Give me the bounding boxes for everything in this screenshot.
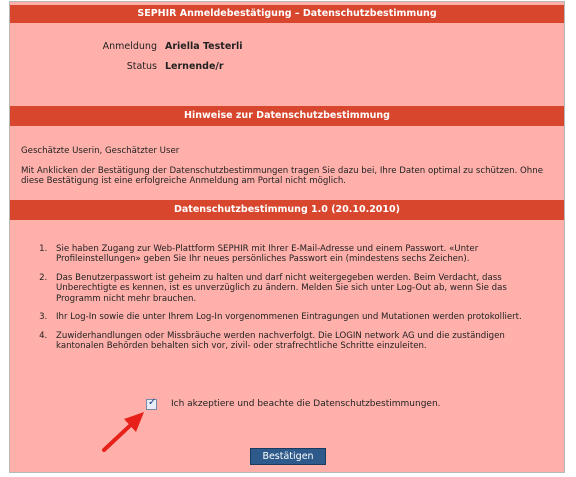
status-label: Status [126,61,157,72]
notes-section-header: Hinweise zur Datenschutzbestimmung [10,106,564,126]
status-row: Status Lernende/r [10,61,564,81]
anmeldung-label: Anmeldung [102,41,157,52]
confirm-button[interactable]: Bestätigen [250,448,326,465]
policy-item: Zuwiderhandlungen oder Missbräuche werde… [50,331,548,352]
anmeldung-value: Ariella Testerli [165,41,243,52]
policy-item: Sie haben Zugang zur Web-Plattform SEPHI… [50,244,548,265]
status-value: Lernende/r [165,61,224,72]
policy-section-title: Datenschutzbestimmung 1.0 (20.10.2010) [174,203,400,215]
acceptance-row: ✓ Ich akzeptiere und beachte die Datensc… [10,397,564,414]
policy-list: Sie haben Zugang zur Web-Plattform SEPHI… [10,244,564,352]
checkmark-icon: ✓ [148,397,157,408]
policy-section-header: Datenschutzbestimmung 1.0 (20.10.2010) [10,199,564,220]
dialog-title-bar: SEPHIR Anmeldebestätigung – Datenschutzb… [10,5,564,23]
dialog-frame: SEPHIR Anmeldebestätigung – Datenschutzb… [9,1,565,473]
greeting-text: Geschätzte Userin, Geschätzter User [21,146,180,156]
red-arrow-icon [102,412,144,452]
accept-label: Ich akzeptiere und beachte die Datenschu… [171,399,441,409]
login-info-row: Anmeldung Ariella Testerli [10,41,564,61]
notes-section-title: Hinweise zur Datenschutzbestimmung [184,110,390,121]
policy-item: Das Benutzerpasswort ist geheim zu halte… [50,273,548,305]
accept-checkbox[interactable]: ✓ [146,397,157,410]
policy-item: Ihr Log-In sowie die unter Ihrem Log-In … [50,312,548,323]
notes-body-text: Mit Anklicken der Bestätigung der Datens… [21,165,543,187]
dialog-title: SEPHIR Anmeldebestätigung – Datenschutzb… [137,8,437,19]
